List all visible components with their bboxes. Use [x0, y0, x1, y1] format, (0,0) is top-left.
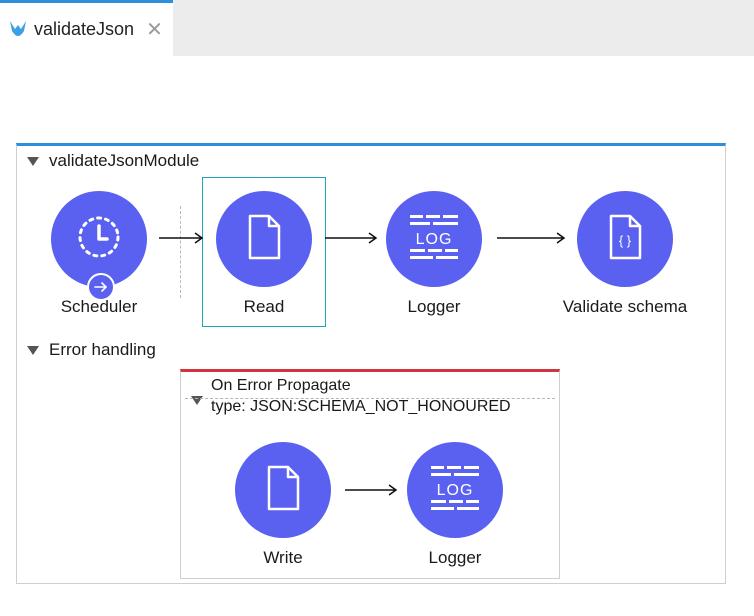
collapse-triangle-icon[interactable] — [27, 345, 39, 355]
error-handler-title: On Error Propagate — [211, 377, 351, 394]
node-validate-schema[interactable]: { } Validate schema — [545, 191, 705, 317]
mule-icon — [8, 19, 28, 41]
connector-arrow — [159, 232, 204, 244]
connector-arrow — [345, 484, 398, 496]
editor-tab-bar: validateJson ✕ — [0, 0, 754, 56]
node-label: Logger — [428, 548, 482, 567]
node-read[interactable]: Read — [199, 191, 329, 317]
svg-text:LOG: LOG — [416, 231, 453, 248]
log-icon: LOG — [429, 463, 481, 518]
error-type-label: type: JSON:SCHEMA_NOT_HONOURED — [211, 398, 511, 415]
write-circle[interactable] — [235, 442, 331, 538]
logger-circle[interactable]: LOG — [386, 191, 482, 287]
log-icon: LOG — [408, 212, 460, 267]
on-error-propagate-scope[interactable]: On Error Propagate type: JSON:SCHEMA_NOT… — [180, 369, 560, 579]
source-divider — [180, 206, 181, 298]
flow-container: validateJsonModule Scheduler Read LOG Lo… — [16, 143, 726, 584]
node-label: Validate schema — [562, 297, 688, 316]
file-icon — [263, 464, 303, 517]
source-arrow-icon — [87, 273, 115, 301]
node-scheduler[interactable]: Scheduler — [34, 191, 164, 317]
node-label: Logger — [407, 297, 461, 316]
clock-icon — [75, 213, 123, 266]
node-label: Read — [243, 297, 285, 316]
connector-arrow — [497, 232, 566, 244]
tab-validatejson[interactable]: validateJson ✕ — [0, 0, 173, 56]
file-icon — [244, 213, 284, 266]
flow-header[interactable]: validateJsonModule — [27, 151, 199, 171]
svg-text:{ }: { } — [619, 233, 632, 248]
node-logger-error[interactable]: LOG Logger — [390, 442, 520, 568]
scheduler-circle[interactable] — [51, 191, 147, 301]
tab-label: validateJson — [34, 19, 135, 39]
json-schema-icon: { } — [605, 213, 645, 266]
node-logger[interactable]: LOG Logger — [369, 191, 499, 317]
logger-circle[interactable]: LOG — [407, 442, 503, 538]
node-write[interactable]: Write — [218, 442, 348, 568]
validate-schema-circle[interactable]: { } — [577, 191, 673, 287]
close-icon[interactable]: ✕ — [146, 20, 163, 40]
node-label: Write — [263, 548, 303, 567]
read-circle[interactable] — [216, 191, 312, 287]
error-handling-title: Error handling — [49, 340, 156, 359]
connector-arrow — [325, 232, 378, 244]
collapse-triangle-icon[interactable] — [27, 156, 39, 166]
svg-text:LOG: LOG — [437, 482, 474, 499]
flow-title: validateJsonModule — [49, 151, 200, 170]
error-handling-header[interactable]: Error handling — [27, 340, 156, 360]
